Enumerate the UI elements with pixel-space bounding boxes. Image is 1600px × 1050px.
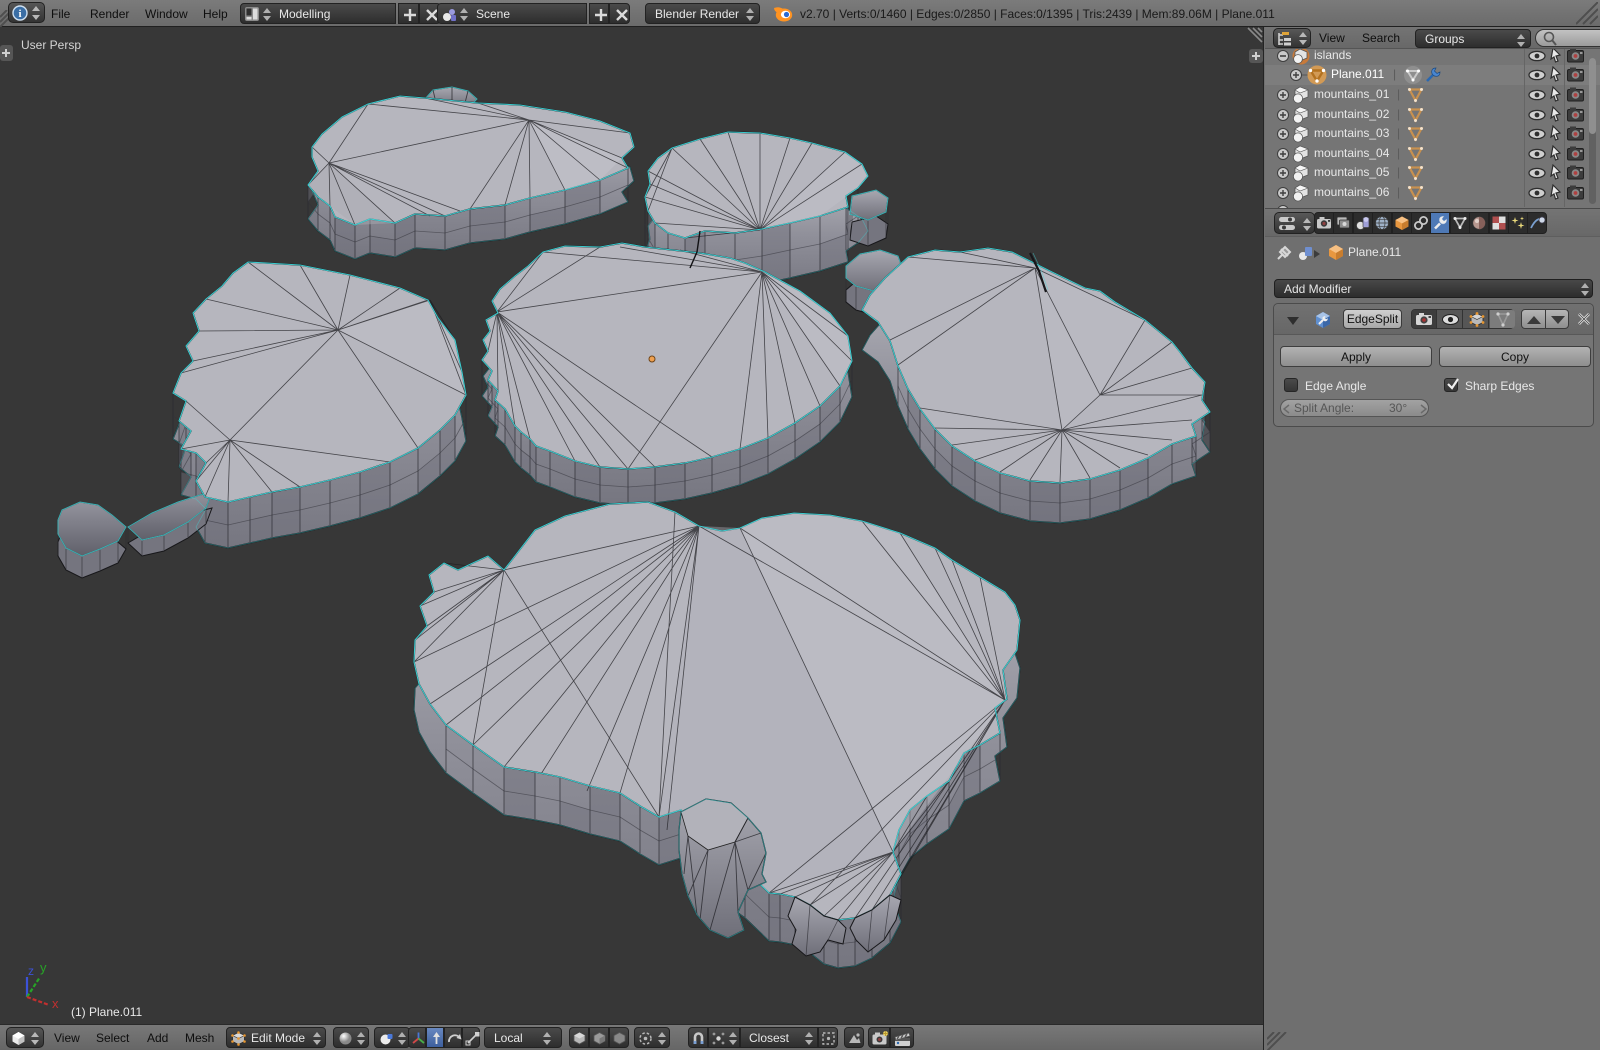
svg-text:z: z <box>28 964 34 978</box>
svg-text:(1) Plane.011: (1) Plane.011 <box>71 1005 142 1019</box>
svg-text:x: x <box>52 996 59 1011</box>
svg-text:User Persp: User Persp <box>21 38 81 52</box>
svg-text:y: y <box>40 960 47 975</box>
svg-text:i: i <box>18 8 21 20</box>
